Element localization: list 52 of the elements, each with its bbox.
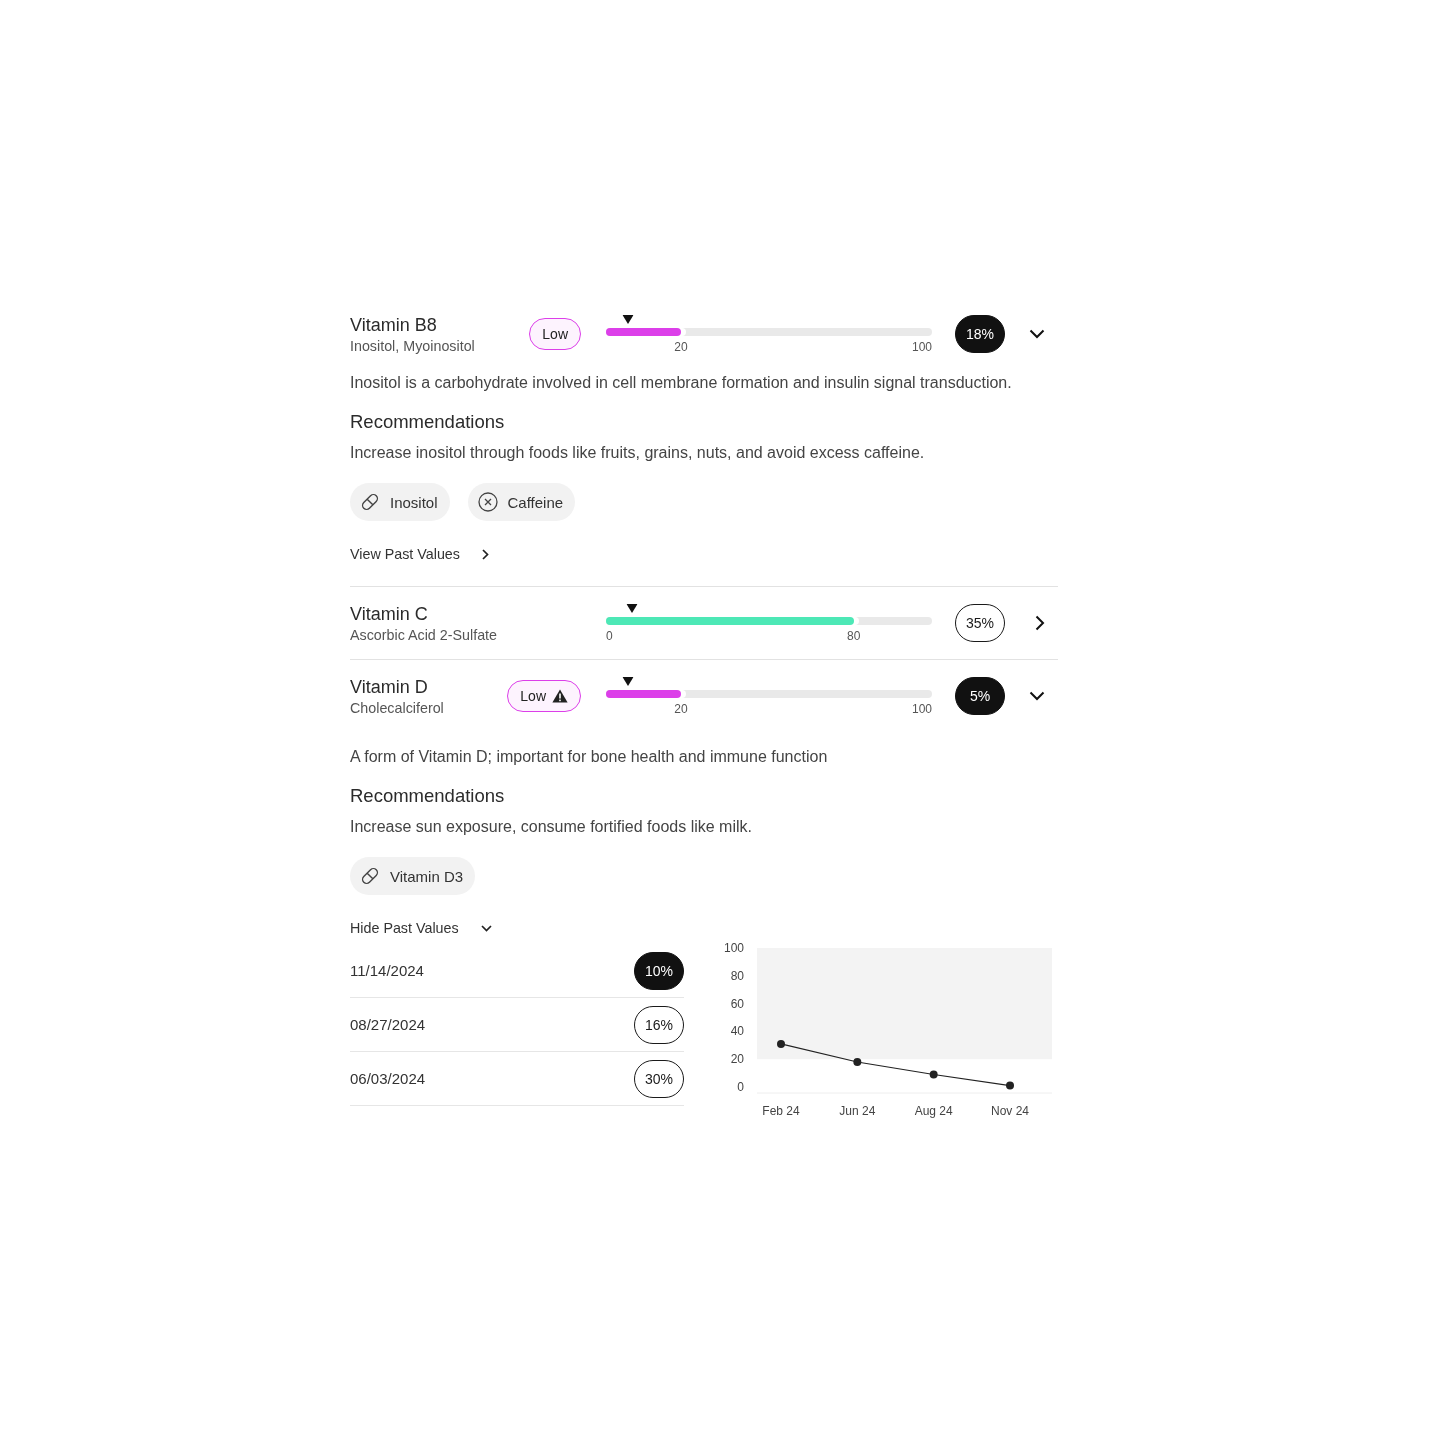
scale-label: 20	[674, 339, 688, 354]
badge-label: Low	[542, 326, 568, 342]
axis-label: 20	[730, 1052, 744, 1067]
past-values-toggle[interactable]: Hide Past Values	[350, 918, 492, 938]
section-heading: Recommendations	[350, 411, 506, 433]
scale-label: 0	[606, 628, 613, 643]
pill-icon	[360, 866, 380, 886]
date-text: 11/14/2024	[350, 962, 424, 979]
axis-label: 0	[737, 1080, 744, 1094]
scale-label: 80	[847, 628, 861, 643]
description-text: Inositol is a carbohydrate involved in cell membrane formation and insulin signal transduction.	[350, 373, 1013, 393]
chevron-right-icon[interactable]	[1035, 615, 1045, 631]
vitamin-name: Vitamin B8	[350, 313, 438, 336]
axis-label: 100	[723, 941, 744, 955]
recommendation-chip[interactable]: Caffeine	[467, 483, 576, 521]
vitamin-subtitle: Ascorbic Acid 2-Sulfate	[350, 625, 498, 644]
vitamin-subtitle: Cholecalciferol	[350, 698, 445, 717]
percent-badge: 5%	[955, 677, 1005, 715]
date-text: 08/27/2024	[350, 1016, 426, 1033]
data-point	[929, 1070, 938, 1079]
section-heading: Recommendations	[350, 785, 506, 807]
scale-label: 100	[911, 701, 932, 716]
vitamin-name: Vitamin D	[350, 675, 429, 698]
vitamin-name: Vitamin C	[350, 602, 429, 625]
axis-label: 40	[730, 1024, 744, 1039]
warning-icon	[552, 689, 568, 703]
scale-label: 20	[674, 701, 688, 716]
axis-label: 80	[730, 968, 744, 983]
date-text: 06/03/2024	[350, 1070, 426, 1087]
axis-label: Feb 24	[762, 1104, 800, 1118]
recommendation-text: Increase sun exposure, consume fortified foods like milk.	[350, 817, 753, 837]
data-point	[1006, 1081, 1014, 1090]
axis-label: Aug 24	[914, 1104, 953, 1118]
vitamin-subtitle: Inositol, Myoinositol	[350, 336, 476, 355]
recommendation-chip[interactable]: Vitamin D3	[350, 857, 476, 895]
x-circle-icon	[477, 492, 498, 512]
badge-label: Low	[520, 688, 546, 704]
past-values-toggle[interactable]: View Past Values	[350, 544, 489, 564]
percent-badge: 18%	[955, 315, 1005, 353]
percent-badge: 10%	[634, 951, 684, 990]
data-point	[853, 1058, 862, 1066]
chevron-down-icon[interactable]	[1029, 329, 1045, 339]
scale-label: 100	[911, 339, 932, 354]
pill-icon	[360, 492, 380, 512]
recommendation-chip[interactable]: Inositol	[350, 483, 450, 521]
axis-label: 60	[730, 996, 744, 1011]
description-text: A form of Vitamin D; important for bone health and immune function	[350, 747, 829, 767]
chevron-down-icon[interactable]	[1029, 691, 1045, 701]
data-point	[777, 1039, 785, 1048]
recommendation-text: Increase inositol through foods like fruits, grains, nuts, and avoid excess caffeine.	[350, 443, 926, 463]
axis-label: Nov 24	[991, 1104, 1029, 1118]
axis-label: Jun 24	[839, 1104, 876, 1118]
